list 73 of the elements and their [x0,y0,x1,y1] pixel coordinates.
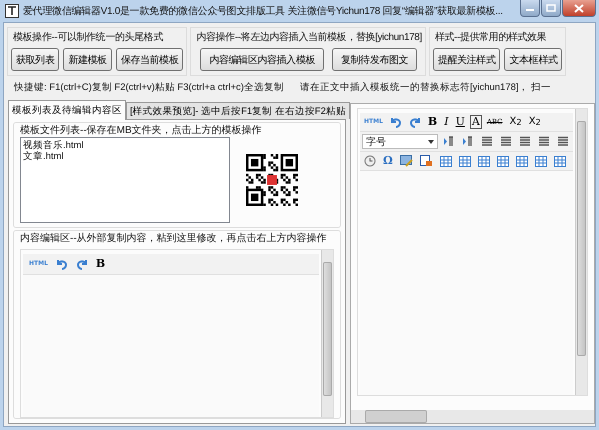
qr-code-drawing [246,154,298,206]
table-icon [496,156,509,166]
redo-icon [408,116,421,128]
clock-button[interactable] [362,154,378,168]
tab[interactable]: [样式效果预览]- 选中后按F1复制 在右边按F2粘贴 [126,102,350,119]
table-icon [478,156,490,166]
insert-column-button[interactable] [532,154,549,168]
paragraph-icon [443,136,455,147]
delete-table-button[interactable] [456,154,473,168]
file-list-item[interactable]: 文章.html [23,151,227,162]
close-button[interactable] [562,0,596,17]
align-right-button[interactable] [536,135,552,148]
group-heading: 模板操作--可以制作统一的头尾格式 [12,30,164,44]
group-heading: 模板文件列表--保存在MB文件夹，点击上方的模板操作 [20,125,262,136]
table-icon [554,156,566,166]
clock-icon [364,155,376,167]
file-list-item[interactable]: 视频音乐.html [23,140,227,151]
justify-button[interactable] [555,135,571,148]
font-size-select[interactable]: 字号 [362,134,438,149]
lines-icon [519,136,531,147]
action-button[interactable]: 获取列表 [11,48,60,71]
document-icon [420,155,433,167]
undo-icon [56,258,68,270]
caret-icon [428,140,434,144]
group-heading: 样式--提供常用的样式效果 [434,30,548,44]
lines-icon [557,136,569,147]
paragraph-icon [462,136,474,147]
hint-text: 请在正文中插入模板统一的替换标志符[yichun178]， 扫一 [300,81,552,94]
omega-button[interactable]: Ω [381,154,395,168]
align-left-button[interactable] [498,135,514,148]
table-caption-button[interactable] [476,154,492,168]
picture-button[interactable] [398,154,415,168]
action-button[interactable]: 复制待发布图文 [332,48,418,71]
insert-row-button[interactable] [494,154,511,168]
bold-button[interactable]: B [94,257,108,271]
action-button[interactable]: 提醒关注样式 [432,48,500,71]
action-button[interactable]: 内容编辑区内容插入模板 [200,48,324,71]
group-heading: 内容编辑区--从外部复制内容，粘到这里修改，再点击右上方内容操作 [20,232,328,245]
table-icon [458,156,471,166]
align-center-button[interactable] [517,135,533,148]
maximize-icon [546,4,556,12]
maximize-button[interactable] [541,0,561,17]
bold-button[interactable]: B [426,115,440,129]
delete-column-button[interactable] [552,154,568,168]
action-button[interactable]: 新建模板 [63,48,112,71]
word-doc-button[interactable] [418,154,435,168]
window-title: 爱代理微信编辑器V1.0是一款免费的微信公众号图文排版工具 关注微信号Yichun178 回复“编辑器”获取最新模板... [23,4,504,18]
minimize-button[interactable] [520,0,540,17]
tab[interactable]: 模板列表及待编辑内容区 [8,100,126,120]
underline-button[interactable]: U [454,115,467,129]
redo-icon [76,258,88,270]
app-icon [5,4,19,18]
table-icon [516,156,528,166]
italic-button[interactable]: I [442,115,451,129]
picture-icon [400,155,413,167]
lines-icon [538,136,550,147]
table-icon [534,156,547,166]
close-icon [574,4,584,12]
lines-icon [500,136,512,147]
action-button[interactable]: 保存当前模板 [116,48,184,71]
table-button[interactable] [438,154,454,168]
table-icon [440,156,452,166]
horizontal-scrollbar[interactable] [351,410,594,423]
lines-icon [481,136,493,147]
vertical-scrollbar[interactable] [321,250,333,417]
indent-button[interactable] [479,135,495,148]
shortcut-text: 快捷键: F1(ctrl+C)复制 F2(ctrl+v)粘贴 F3(ctrl+a ctrl+c)全选复制 [14,81,284,94]
group-heading: 内容操作--将左边内容插入当前模板，替换[yichun178] [195,30,422,44]
delete-row-button[interactable] [514,154,530,168]
font-color-button[interactable]: A [470,115,482,129]
vertical-scrollbar[interactable] [575,109,587,395]
action-button[interactable]: 文本框样式 [504,48,562,71]
undo-icon [390,116,402,128]
